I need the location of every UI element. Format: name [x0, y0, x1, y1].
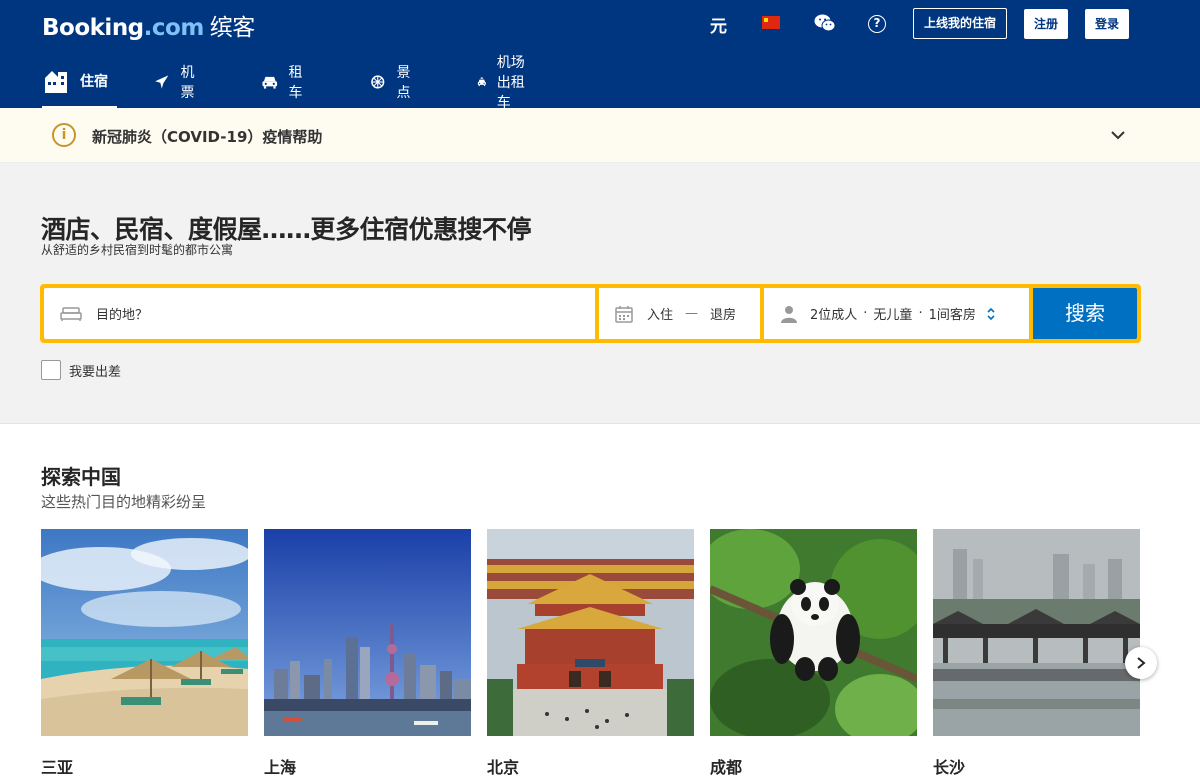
city-card-sanya[interactable]: 三亚 [41, 529, 248, 777]
logo-main: Booking [42, 15, 144, 41]
children-count: 无儿童 [873, 308, 913, 323]
nav-item-airport-taxi[interactable]: 机场出租车 [477, 55, 525, 111]
taxi-icon [477, 77, 486, 87]
city-name[interactable]: 三亚 [41, 754, 73, 778]
plane-icon [155, 75, 169, 89]
explore-subtitle: 这些热门目的地精彩纷呈 [41, 493, 207, 511]
date-field[interactable]: 入住 — 退房 [599, 288, 760, 339]
search-hero: 酒店、民宿、度假屋……更多住宿优惠搜不停 从舒适的乡村民宿到时髦的都市公寓 目的… [0, 163, 1200, 424]
language-flag-icon[interactable] [762, 16, 780, 29]
nav-label-stays: 住宿 [80, 74, 108, 90]
nav-label-flights: 机票 [180, 65, 195, 101]
person-icon [781, 305, 797, 323]
help-icon[interactable]: ? [868, 15, 886, 33]
list-property-button[interactable]: 上线我的住宿 [913, 8, 1007, 39]
shanghai-skyline-photo[interactable] [264, 529, 471, 736]
date-dash: — [685, 306, 699, 321]
up-down-chevron-icon [987, 307, 995, 320]
nav-label-airport-taxi: 机场出租车 [496, 55, 525, 111]
logo-cn: 缤客 [209, 15, 256, 41]
currency-button[interactable]: 元 [710, 12, 727, 37]
business-travel-option[interactable]: 我要出差 [41, 360, 121, 380]
car-icon [262, 76, 278, 89]
guests-field[interactable]: 2位成人 · 无儿童 · 1间客房 [764, 288, 1029, 339]
chevron-right-icon [1137, 657, 1146, 669]
beijing-forbidden-city-photo[interactable] [487, 529, 694, 736]
search-button[interactable]: 搜索 [1033, 288, 1137, 339]
nav-label-attractions: 景点 [396, 65, 411, 101]
chengdu-panda-photo[interactable] [710, 529, 917, 736]
rooms-count: 1间客房 [928, 308, 976, 323]
covid-banner-text: 新冠肺炎（COVID-19）疫情帮助 [92, 128, 323, 146]
search-bar: 目的地？ 入住 — 退房 2位成人 · 无儿童 · 1间客房 搜索 [40, 284, 1141, 343]
covid-banner[interactable]: i 新冠肺炎（COVID-19）疫情帮助 [0, 108, 1200, 163]
ferris-wheel-icon [371, 75, 385, 89]
separator-dot: · [918, 306, 923, 321]
checkout-label[interactable]: 退房 [710, 304, 736, 323]
chevron-down-icon[interactable] [1110, 130, 1126, 140]
destination-field[interactable]: 目的地？ [44, 288, 595, 339]
city-name[interactable]: 成都 [710, 754, 742, 778]
city-name[interactable]: 北京 [487, 754, 519, 778]
wechat-icon[interactable] [814, 13, 836, 33]
city-card-beijing[interactable]: 北京 [487, 529, 694, 777]
separator-dot: · [863, 306, 868, 321]
nav-item-attractions[interactable]: 景点 [369, 56, 417, 108]
carousel-next-button[interactable] [1125, 647, 1157, 679]
nav-label-cars: 租车 [288, 65, 303, 101]
nav-item-stays[interactable]: 住宿 [42, 56, 117, 108]
city-card-chengdu[interactable]: 成都 [710, 529, 917, 777]
booking-logo[interactable]: Booking.com 缤客 [42, 8, 255, 42]
adults-count: 2位成人 [810, 308, 858, 323]
nav-item-flights[interactable]: 机票 [153, 56, 201, 108]
checkin-label[interactable]: 入住 [647, 304, 673, 323]
city-card-shanghai[interactable]: 上海 [264, 529, 471, 777]
top-header: Booking.com 缤客 元 ? 上线我的住宿 注册 登录 住宿 机票 租车… [0, 0, 1200, 111]
changsha-bridge-photo[interactable] [933, 529, 1140, 736]
info-icon: i [52, 123, 76, 147]
register-button[interactable]: 注册 [1024, 9, 1068, 39]
city-name[interactable]: 上海 [264, 754, 296, 778]
business-travel-checkbox[interactable] [41, 360, 61, 380]
city-name[interactable]: 长沙 [933, 754, 965, 778]
bed-outline-icon [60, 306, 82, 321]
bed-icon [45, 71, 67, 93]
calendar-icon [615, 305, 633, 323]
logo-dotcom: .com [143, 15, 205, 41]
city-card-changsha[interactable]: 长沙 [933, 529, 1140, 777]
nav-item-cars[interactable]: 租车 [261, 56, 309, 108]
business-travel-label: 我要出差 [69, 364, 122, 380]
sanya-beach-photo[interactable] [41, 529, 248, 736]
explore-title: 探索中国 [41, 465, 121, 489]
login-button[interactable]: 登录 [1085, 9, 1129, 39]
destination-placeholder: 目的地？ [96, 308, 149, 323]
hero-subtitle: 从舒适的乡村民宿到时髦的都市公寓 [41, 243, 234, 257]
